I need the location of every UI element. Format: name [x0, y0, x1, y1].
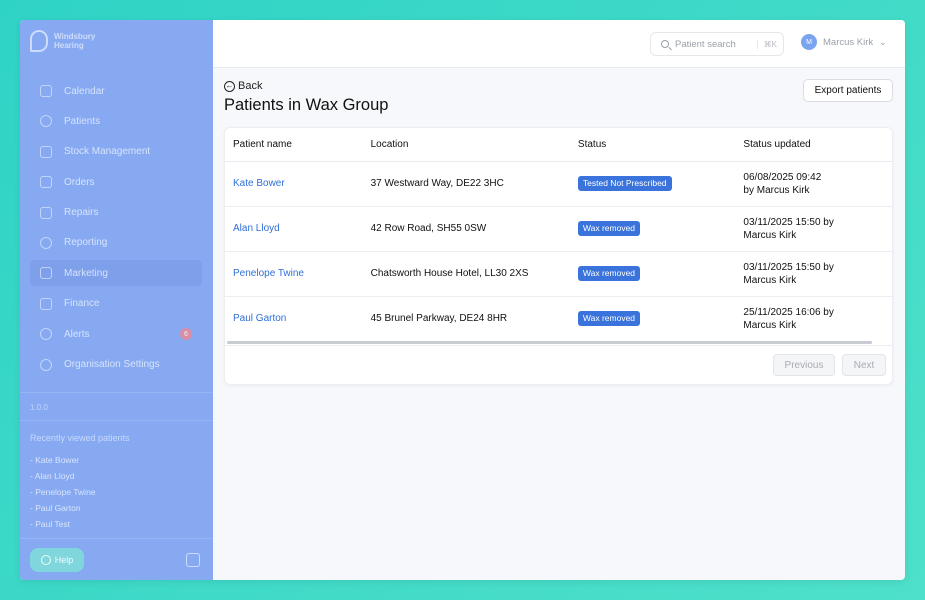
brand-line-2: Hearing	[54, 41, 84, 50]
brand-line-1: Windsbury	[54, 32, 96, 41]
recent-patient-link[interactable]: - Alan Lloyd	[30, 468, 96, 484]
table-row: Kate Bower 37 Westward Way, DE22 3HC Tes…	[225, 161, 892, 207]
sidebar-item-alerts[interactable]: Alerts 6	[30, 321, 202, 347]
sidebar-item-marketing[interactable]: Marketing	[30, 260, 202, 287]
patient-location: 42 Row Road, SH55 0SW	[362, 206, 570, 252]
help-button[interactable]: Help	[30, 548, 84, 572]
ear-logo-icon	[30, 30, 48, 52]
status-badge: Wax removed	[577, 266, 641, 281]
sidebar-item-stock-management[interactable]: Stock Management	[30, 139, 202, 165]
back-button[interactable]: ← Back	[224, 80, 262, 92]
recent-patient-link[interactable]: - Penelope Twine	[30, 484, 96, 500]
patients-table: Patient name Location Status Status upda…	[225, 128, 892, 341]
sidebar-item-patients[interactable]: Patients	[30, 108, 202, 134]
next-page-button[interactable]: Next	[842, 354, 886, 376]
table-row: Alan Lloyd 42 Row Road, SH55 0SW Wax rem…	[225, 206, 892, 252]
status-updated: 03/11/2025 15:50 by Marcus Kirk	[735, 206, 892, 252]
sidebar-item-label: Alerts	[64, 328, 90, 340]
sidebar-divider	[20, 420, 213, 421]
card-icon	[40, 297, 52, 310]
recent-patient-link[interactable]: - Paul Garton	[30, 500, 96, 516]
status-updated: 25/11/2025 16:06 by Marcus Kirk	[743, 306, 834, 331]
sidebar-nav: Calendar Patients Stock Management Order…	[30, 78, 202, 382]
patients-table-card: Patient name Location Status Status upda…	[224, 127, 893, 385]
user-name: Marcus Kirk	[823, 36, 874, 48]
sidebar-item-label: Stock Management	[64, 146, 151, 158]
sidebar-divider	[20, 538, 213, 539]
sidebar-item-organisation-settings[interactable]: Organisation Settings	[30, 352, 202, 378]
sidebar-item-label: Finance	[64, 298, 100, 310]
app-version: 1.0.0	[30, 403, 48, 412]
patient-name-link[interactable]: Penelope Twine	[233, 268, 304, 279]
sidebar-item-label: Patients	[64, 115, 101, 127]
status-updated: 06/08/2025 09:42 by Marcus Kirk	[735, 161, 892, 207]
gear-icon	[40, 358, 52, 371]
patient-search-input[interactable]: Patient search ⌘K	[650, 32, 784, 56]
search-placeholder: Patient search	[675, 38, 736, 50]
status-badge: Tested Not Prescribed	[577, 176, 672, 191]
stock-icon	[40, 145, 52, 158]
recent-patient-link[interactable]: - Paul Test	[30, 516, 96, 532]
bell-icon	[40, 328, 52, 341]
status-updated: 03/11/2025 15:50 by Marcus Kirk	[735, 251, 892, 297]
table-row: Paul Garton 45 Brunel Parkway, DE24 8HR …	[225, 296, 892, 341]
column-header-status[interactable]: Status	[569, 128, 736, 162]
sidebar-item-label: Orders	[64, 176, 95, 188]
sidebar-item-label: Calendar	[64, 85, 105, 97]
patient-name-link[interactable]: Alan Lloyd	[233, 223, 280, 234]
sidebar-item-label: Repairs	[64, 207, 99, 219]
export-patients-button[interactable]: Export patients	[803, 79, 893, 102]
sidebar-item-finance[interactable]: Finance	[30, 291, 202, 317]
main-content: Patient search ⌘K M Marcus Kirk ⌄ ← Back…	[213, 20, 905, 580]
sidebar-item-calendar[interactable]: Calendar	[30, 78, 202, 104]
help-icon	[40, 555, 51, 565]
calendar-icon	[40, 85, 52, 97]
table-footer-divider	[225, 345, 892, 346]
sidebar-item-label: Marketing	[64, 267, 108, 279]
sidebar-item-orders[interactable]: Orders	[30, 169, 202, 195]
app-window: Windsbury Hearing Calendar Patients Stoc…	[20, 20, 905, 580]
search-shortcut: ⌘K	[756, 39, 777, 49]
column-header-location[interactable]: Location	[362, 128, 570, 162]
chart-icon	[40, 236, 52, 249]
column-header-status-updated[interactable]: Status updated	[735, 128, 892, 162]
status-badge: Wax removed	[577, 221, 641, 236]
table-row: Penelope Twine Chatsworth House Hotel, L…	[225, 251, 892, 297]
patient-location: 37 Westward Way, DE22 3HC	[362, 161, 570, 207]
horizontal-scrollbar[interactable]	[227, 341, 872, 344]
chevron-down-icon: ⌄	[879, 36, 887, 47]
status-badge: Wax removed	[577, 311, 641, 327]
back-label: Back	[238, 80, 263, 92]
patient-location: 45 Brunel Parkway, DE24 8HR	[370, 313, 508, 325]
orders-icon	[40, 176, 52, 189]
brand-logo[interactable]: Windsbury Hearing	[30, 30, 95, 52]
recent-patients-list: - Kate Bower - Alan Lloyd - Penelope Twi…	[30, 452, 96, 532]
patient-location: Chatsworth House Hotel, LL30 2XS	[362, 251, 570, 297]
recent-patient-link[interactable]: - Kate Bower	[30, 452, 96, 468]
sidebar-item-reporting[interactable]: Reporting	[30, 230, 202, 256]
page-title: Patients in Wax Group	[224, 96, 389, 114]
column-header-patient-name[interactable]: Patient name	[225, 128, 363, 162]
alerts-count-badge: 6	[180, 328, 192, 341]
wrench-icon	[40, 206, 52, 219]
table-header-row: Patient name Location Status Status upda…	[225, 128, 892, 162]
mail-icon	[40, 267, 52, 280]
top-bar: Patient search ⌘K M Marcus Kirk ⌄	[213, 20, 905, 68]
avatar: M	[801, 34, 817, 50]
sidebar: Windsbury Hearing Calendar Patients Stoc…	[20, 20, 213, 580]
help-label: Help	[54, 555, 74, 565]
recent-patients-title: Recently viewed patients	[30, 433, 130, 443]
search-icon	[661, 40, 669, 48]
sidebar-item-label: Organisation Settings	[64, 359, 160, 371]
patients-icon	[40, 115, 52, 128]
sidebar-item-label: Reporting	[64, 237, 108, 249]
collapse-sidebar-icon[interactable]	[186, 553, 200, 567]
sidebar-item-repairs[interactable]: Repairs	[30, 200, 202, 226]
patient-name-link[interactable]: Kate Bower	[233, 178, 285, 189]
sidebar-divider	[20, 392, 213, 393]
user-menu[interactable]: M Marcus Kirk ⌄	[801, 34, 887, 50]
previous-page-button[interactable]: Previous	[773, 354, 835, 376]
patient-name-link[interactable]: Paul Garton	[233, 313, 286, 324]
arrow-left-icon: ←	[224, 80, 235, 92]
